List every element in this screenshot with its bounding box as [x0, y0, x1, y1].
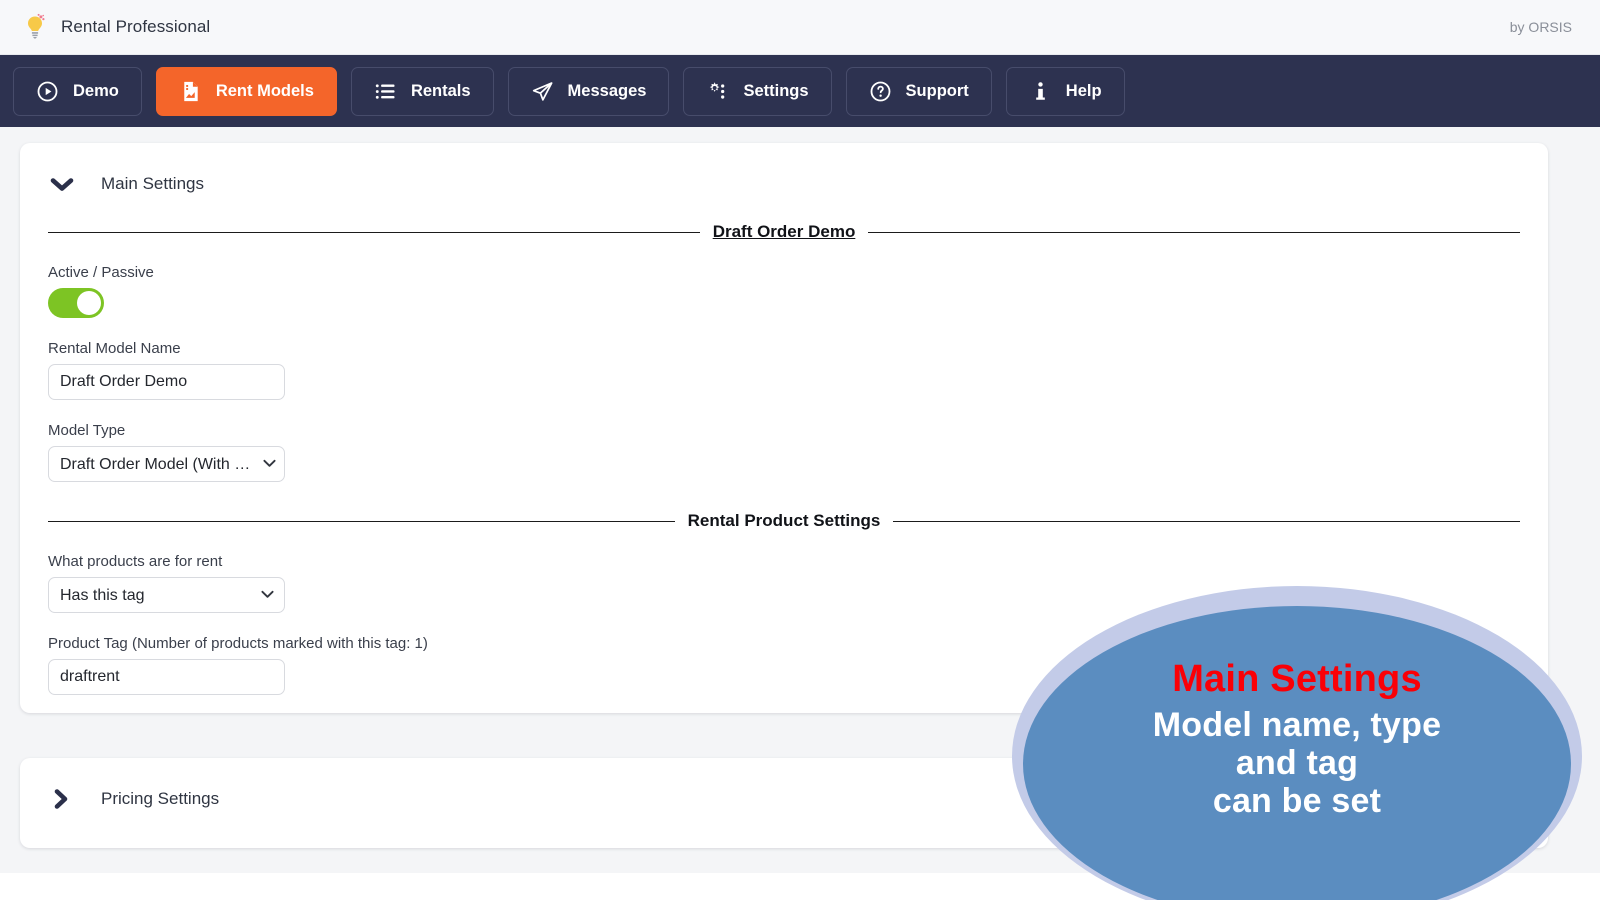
- nav-item-messages[interactable]: Messages: [507, 66, 670, 116]
- field-label: Active / Passive: [48, 264, 154, 281]
- nav-label: Support: [905, 81, 969, 100]
- product-tag-input[interactable]: [48, 659, 285, 695]
- nav-label: Messages: [567, 81, 647, 100]
- app-header: Rental Professional by ORSIS: [0, 0, 1600, 55]
- chevron-down-icon[interactable]: [48, 173, 76, 195]
- nav-item-rentals[interactable]: Rentals: [350, 66, 494, 116]
- paper-plane-icon: [531, 80, 554, 103]
- nav-label: Demo: [73, 81, 119, 100]
- what-products-select[interactable]: Has this tag: [48, 577, 285, 613]
- info-icon: [1029, 80, 1052, 103]
- model-type-select-wrap: Draft Order Model (With Deposit): [48, 446, 285, 482]
- pricing-settings-card: Pricing Settings: [20, 758, 1548, 848]
- nav-item-rent-models[interactable]: Rent Models: [155, 66, 337, 116]
- main-navigation: Demo Rent Models Rentals Messages Settin: [0, 55, 1600, 127]
- field-rental-model-name: Rental Model Name: [48, 340, 1520, 400]
- list-icon: [374, 80, 397, 103]
- page-body: Main Settings Draft Order Demo Active / …: [0, 127, 1600, 873]
- active-passive-toggle[interactable]: [48, 288, 104, 318]
- app-title: Rental Professional: [61, 17, 211, 36]
- pricing-settings-header[interactable]: Pricing Settings: [20, 758, 1548, 810]
- nav-item-demo[interactable]: Demo: [13, 66, 142, 116]
- pricing-settings-title: Pricing Settings: [101, 789, 220, 808]
- main-settings-legend: Draft Order Demo: [48, 222, 1520, 242]
- main-settings-header[interactable]: Main Settings: [20, 143, 1548, 195]
- field-label: What products are for rent: [48, 553, 223, 570]
- main-settings-title: Main Settings: [101, 174, 204, 193]
- main-settings-card: Main Settings Draft Order Demo Active / …: [20, 143, 1548, 713]
- question-circle-icon: [869, 80, 892, 103]
- nav-item-settings[interactable]: Settings: [683, 66, 832, 116]
- rental-product-settings-fields: What products are for rent Has this tag …: [20, 553, 1548, 695]
- nav-label: Settings: [743, 81, 809, 100]
- lightbulb-icon: [22, 13, 48, 41]
- field-product-tag: Product Tag (Number of products marked w…: [48, 635, 1520, 695]
- vendor-byline: by ORSIS: [1509, 19, 1572, 35]
- nav-label: Help: [1065, 81, 1102, 100]
- chevron-right-icon[interactable]: [48, 788, 76, 810]
- rental-model-name-input[interactable]: [48, 364, 285, 400]
- toggle-knob: [77, 291, 101, 315]
- document-chart-icon: [179, 80, 202, 103]
- main-settings-fields: Active / Passive Rental Model Name Model…: [20, 264, 1548, 482]
- field-label: Product Tag (Number of products marked w…: [48, 635, 428, 652]
- nav-item-support[interactable]: Support: [845, 66, 992, 116]
- field-active-passive: Active / Passive: [48, 264, 1520, 318]
- field-label: Model Type: [48, 422, 126, 439]
- gears-icon: [706, 80, 729, 103]
- field-label: Rental Model Name: [48, 340, 181, 357]
- app-root: Rental Professional by ORSIS Demo Rent M…: [0, 0, 1600, 900]
- what-products-select-wrap: Has this tag: [48, 577, 285, 613]
- nav-label: Rent Models: [215, 81, 314, 100]
- nav-item-help[interactable]: Help: [1005, 66, 1125, 116]
- brand: Rental Professional: [22, 13, 210, 41]
- field-what-products: What products are for rent Has this tag: [48, 553, 1520, 613]
- legend-text: Draft Order Demo: [712, 222, 856, 241]
- nav-label: Rentals: [410, 81, 471, 100]
- field-model-type: Model Type Draft Order Model (With Depos…: [48, 422, 1520, 482]
- play-circle-icon: [36, 80, 59, 103]
- model-type-select[interactable]: Draft Order Model (With Deposit): [48, 446, 285, 482]
- legend-text: Rental Product Settings: [687, 511, 881, 530]
- rental-product-settings-legend: Rental Product Settings: [48, 511, 1520, 531]
